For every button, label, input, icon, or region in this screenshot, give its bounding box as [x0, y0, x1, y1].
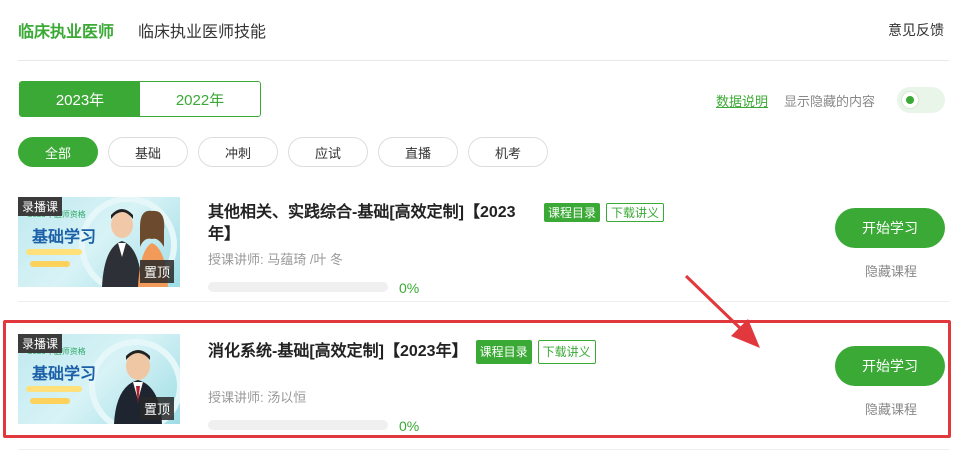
course-title: 其他相关、实践综合-基础[高效定制]【2023 年】	[208, 202, 538, 246]
download-notes-button[interactable]: 下载讲义	[606, 203, 665, 222]
row-divider	[18, 449, 949, 450]
course-thumbnail[interactable]: 2023年医师资格 基础学习 录播课 置顶	[18, 334, 180, 424]
record-badge: 录播课	[18, 334, 63, 353]
course-title-text: 其他相关、实践综合-基础[高效定制]【2023	[208, 204, 516, 221]
course-teacher: 授课讲师: 汤以恒	[208, 390, 307, 405]
course-tags: 课程目录 下载讲义	[536, 203, 665, 222]
data-note-link[interactable]: 数据说明	[716, 91, 768, 110]
row-divider	[18, 301, 949, 302]
tab-clinical-physician-skills[interactable]: 临床执业医师技能	[138, 18, 266, 42]
hide-course-link[interactable]: 隐藏课程	[865, 261, 917, 280]
top-tabs: 临床执业医师 临床执业医师技能	[18, 18, 266, 42]
catalog-button[interactable]: 课程目录	[544, 203, 601, 222]
course-title: 消化系统-基础[高效定制]【2023年】 课程目录 下载讲义	[208, 340, 828, 364]
course-title-text-line2: 年】	[208, 226, 241, 243]
progress-bar	[208, 282, 388, 292]
course-thumbnail[interactable]: 2023年医师资格 基础学习 录播课 置顶	[18, 197, 180, 287]
filter-sprint[interactable]: 冲刺	[198, 137, 278, 167]
filter-basic[interactable]: 基础	[108, 137, 188, 167]
course-item: 2023年医师资格 基础学习 录播课 置顶 其他相关、实践综合-基础[高效定制]…	[18, 178, 949, 302]
progress-percent: 0%	[399, 280, 420, 296]
filter-exam[interactable]: 应试	[288, 137, 368, 167]
filter-computer-exam[interactable]: 机考	[468, 137, 548, 167]
start-learning-button[interactable]: 开始学习	[835, 346, 945, 386]
course-title-text: 消化系统-基础[高效定制]【2023年】	[208, 343, 468, 361]
year-2023-button[interactable]: 2023年	[20, 82, 140, 116]
hide-course-link[interactable]: 隐藏课程	[865, 399, 917, 418]
catalog-button[interactable]: 课程目录	[475, 340, 532, 364]
start-learning-button[interactable]: 开始学习	[835, 208, 945, 248]
filter-all[interactable]: 全部	[18, 137, 98, 167]
download-notes-button[interactable]: 下载讲义	[537, 340, 596, 364]
year-2022-button[interactable]: 2022年	[140, 82, 260, 116]
progress-bar	[208, 420, 388, 430]
poster-title: 基础学习	[32, 364, 97, 383]
divider	[18, 60, 949, 61]
year-selector: 2023年 2022年	[19, 81, 261, 117]
progress-percent: 0%	[399, 418, 420, 434]
filter-live[interactable]: 直播	[378, 137, 458, 167]
course-item: 2023年医师资格 基础学习 录播课 置顶 消化系统-基础[高效定制]【2023…	[18, 316, 949, 450]
show-hidden-toggle[interactable]	[897, 87, 945, 113]
record-badge: 录播课	[18, 197, 63, 216]
toggle-knob	[901, 91, 919, 109]
filter-chips: 全部 基础 冲刺 应试 直播 机考	[18, 137, 548, 167]
course-teacher: 授课讲师: 马蕴琦 /叶 冬	[208, 252, 344, 267]
pinned-badge: 置顶	[139, 397, 174, 420]
feedback-link[interactable]: 意见反馈	[888, 20, 944, 40]
poster-title: 基础学习	[32, 227, 97, 246]
pinned-badge: 置顶	[139, 260, 174, 283]
tab-clinical-physician[interactable]: 临床执业医师	[18, 18, 114, 42]
show-hidden-label: 显示隐藏的内容	[784, 94, 876, 109]
